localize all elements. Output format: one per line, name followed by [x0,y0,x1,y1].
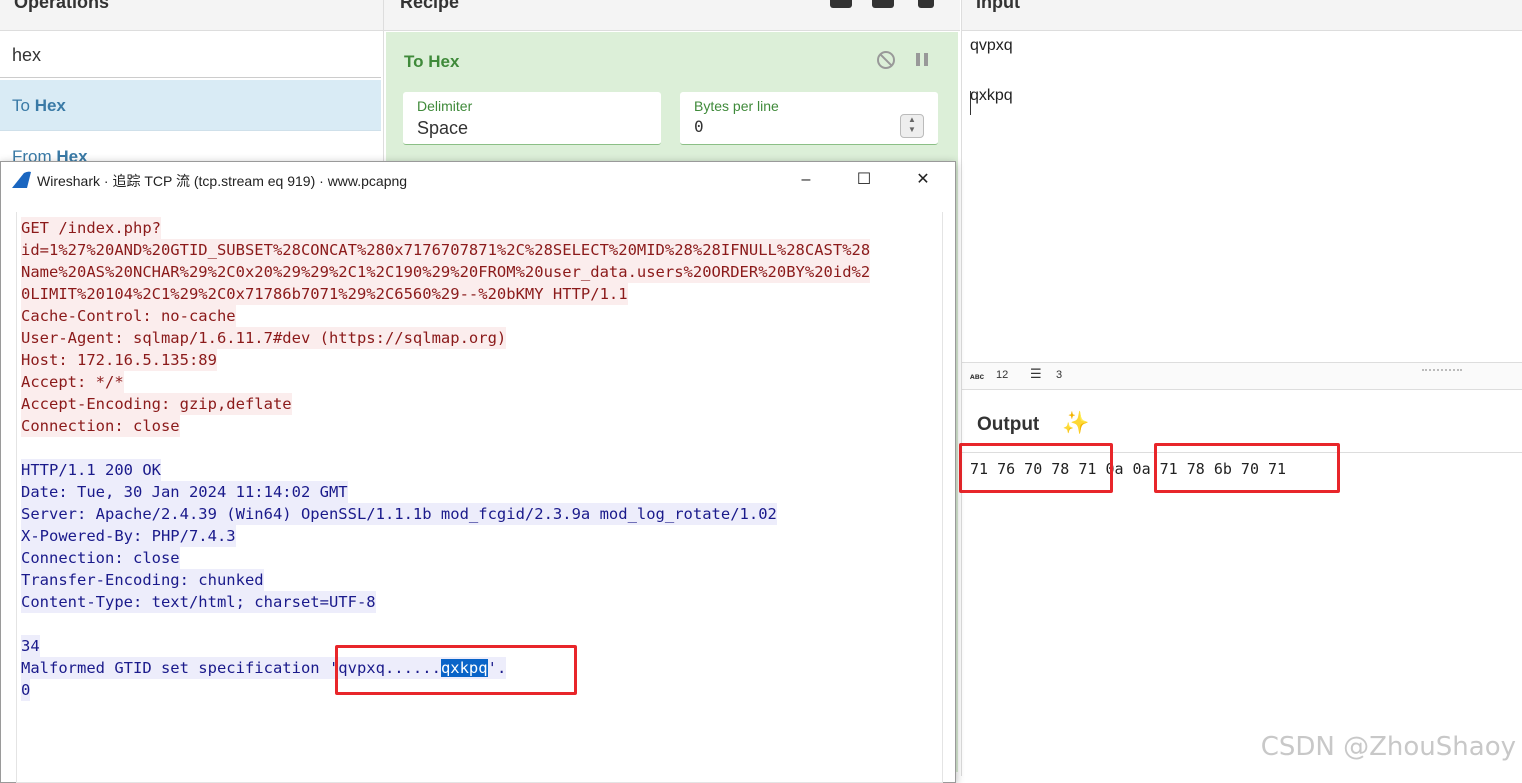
operations-title: Operations [14,0,110,12]
watermark: CSDN @ZhouShaoy [1260,732,1516,762]
wireshark-dialog: Wireshark · 追踪 TCP 流 (tcp.stream eq 919)… [0,161,956,783]
highlight-box-payload [335,645,577,695]
input-header: Input [962,0,1522,31]
resize-handle[interactable] [1422,369,1462,374]
lines-icon: ☰ [1030,366,1042,381]
response-line: Connection: close [21,547,180,569]
char-count: 12 [996,369,1009,381]
recipe-header: Recipe [384,0,960,31]
input-line: qxkpq [970,87,1013,104]
operations-header: Operations [0,0,383,31]
input-stats-bar: ᴀʙᴄ 12 ☰ 3 [962,362,1522,390]
chunk-size-line: 34 [21,635,40,657]
request-line: Connection: close [21,415,180,437]
delimiter-field[interactable]: Delimiter Space [403,92,661,145]
input-title: Input [976,0,1020,12]
wireshark-fin-icon [11,171,31,189]
response-line: HTTP/1.1 200 OK [21,459,161,481]
minimize-button[interactable]: – [791,168,821,192]
highlight-box-right [1154,443,1340,493]
request-line: GET /index.php? [21,217,161,239]
input-line: qvpxq [970,37,1013,54]
folder-icon[interactable] [872,0,894,8]
request-line: Host: 172.16.5.135:89 [21,349,217,371]
input-textarea[interactable]: qvpxq qxkpq [962,31,1522,361]
response-line: Content-Type: text/html; charset=UTF-8 [21,591,376,613]
save-icon[interactable] [830,0,852,8]
wireshark-title: Wireshark · 追踪 TCP 流 (tcp.stream eq 919)… [37,173,408,189]
request-line: id=1%27%20AND%20GTID_SUBSET%28CONCAT%280… [21,239,871,261]
bytes-per-line-field[interactable]: Bytes per line 0 ▲ ▼ [680,92,938,145]
chars-icon: ᴀʙᴄ [970,372,985,381]
number-stepper[interactable]: ▲ ▼ [900,114,924,138]
line-count: 3 [1056,369,1063,381]
request-line: Cache-Control: no-cache [21,305,236,327]
request-line: 0LIMIT%20104%2C1%29%2C0x71786b7071%29%2C… [21,283,628,305]
highlight-box-left [959,443,1113,493]
response-line: Server: Apache/2.4.39 (Win64) OpenSSL/1.… [21,503,777,525]
request-line: Accept: */* [21,371,124,393]
wireshark-titlebar: Wireshark · 追踪 TCP 流 (tcp.stream eq 919)… [1,162,955,198]
maximize-button[interactable]: ☐ [849,168,879,192]
request-line: Accept-Encoding: gzip,deflate [21,393,292,415]
operations-search-input[interactable]: hex [0,31,381,78]
trash-icon[interactable] [918,0,934,8]
request-line: User-Agent: sqlmap/1.6.11.7#dev (https:/… [21,327,507,349]
close-button[interactable]: ✕ [908,168,938,192]
recipe-title: Recipe [400,0,460,12]
response-line: Date: Tue, 30 Jan 2024 11:14:02 GMT [21,481,348,503]
recipe-operation-title: To Hex [404,52,460,71]
response-line: Transfer-Encoding: chunked [21,569,264,591]
tcp-stream-content[interactable]: GET /index.php? id=1%27%20AND%20GTID_SUB… [16,212,943,783]
magic-wand-icon[interactable]: ✨ [1062,410,1089,436]
pause-icon[interactable] [914,50,932,68]
chunk-end-line: 0 [21,679,31,701]
disable-icon[interactable] [876,50,895,69]
io-panel: Input qvpxq qxkpq ᴀʙᴄ 12 ☰ 3 Output ✨ 71… [959,0,1522,776]
operation-item-to-hex[interactable]: To Hex [0,80,381,131]
output-title: Output [977,414,1040,435]
response-line: X-Powered-By: PHP/7.4.3 [21,525,236,547]
request-line: Name%20AS%20NCHAR%29%2C0x20%29%29%2C1%2C… [21,261,871,283]
